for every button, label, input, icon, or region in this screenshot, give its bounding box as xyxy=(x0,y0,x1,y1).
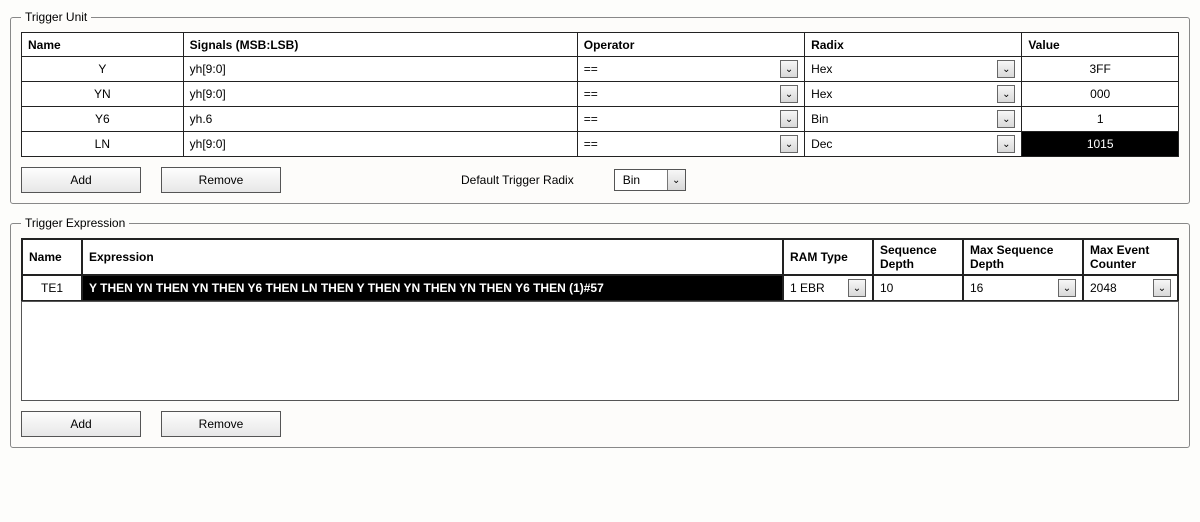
th-operator: Operator xyxy=(577,33,804,57)
cell-name[interactable]: LN xyxy=(22,132,184,157)
cell-signals[interactable]: yh.6 xyxy=(183,107,577,132)
cell-name[interactable]: Y6 xyxy=(22,107,184,132)
cell-expr-name[interactable]: TE1 xyxy=(22,275,82,301)
th-expression: Expression xyxy=(82,239,783,275)
th-ram-type: RAM Type xyxy=(783,239,873,275)
ram-type-value: 1 EBR xyxy=(790,281,825,295)
remove-button[interactable]: Remove xyxy=(161,411,281,437)
trigger-expression-legend: Trigger Expression xyxy=(21,216,129,230)
trigger-unit-table: Name Signals (MSB:LSB) Operator Radix Va… xyxy=(21,32,1179,157)
table-row: Y yh[9:0] == ⌄ Hex ⌄ 3FF xyxy=(22,57,1179,82)
chevron-down-icon[interactable]: ⌄ xyxy=(780,135,798,153)
chevron-down-icon[interactable]: ⌄ xyxy=(997,110,1015,128)
add-button[interactable]: Add xyxy=(21,167,141,193)
cell-signals[interactable]: yh[9:0] xyxy=(183,82,577,107)
table-row: LN yh[9:0] == ⌄ Dec ⌄ 1015 xyxy=(22,132,1179,157)
cell-value[interactable]: 3FF xyxy=(1022,57,1179,82)
max-event-counter-value: 2048 xyxy=(1090,281,1117,295)
remove-button[interactable]: Remove xyxy=(161,167,281,193)
th-signals: Signals (MSB:LSB) xyxy=(183,33,577,57)
add-button[interactable]: Add xyxy=(21,411,141,437)
table-row: YN yh[9:0] == ⌄ Hex ⌄ 000 xyxy=(22,82,1179,107)
th-value: Value xyxy=(1022,33,1179,57)
chevron-down-icon[interactable]: ⌄ xyxy=(997,85,1015,103)
trigger-unit-group: Trigger Unit Name Signals (MSB:LSB) Oper… xyxy=(10,10,1190,204)
chevron-down-icon[interactable]: ⌄ xyxy=(997,135,1015,153)
chevron-down-icon[interactable]: ⌄ xyxy=(848,279,866,297)
cell-expression[interactable]: Y THEN YN THEN YN THEN Y6 THEN LN THEN Y… xyxy=(82,275,783,301)
cell-radix[interactable]: Bin ⌄ xyxy=(805,107,1022,132)
trigger-expression-table: Name Expression RAM Type Sequence Depth … xyxy=(21,238,1179,302)
cell-operator[interactable]: == ⌄ xyxy=(577,107,804,132)
th-max-event-counter: Max Event Counter xyxy=(1083,239,1178,275)
th-seq-depth: Sequence Depth xyxy=(873,239,963,275)
expr-header-row: Name Expression RAM Type Sequence Depth … xyxy=(22,239,1178,275)
th-radix: Radix xyxy=(805,33,1022,57)
chevron-down-icon[interactable]: ⌄ xyxy=(667,170,685,190)
operator-value: == xyxy=(584,87,598,101)
th-name: Name xyxy=(22,33,184,57)
cell-operator[interactable]: == ⌄ xyxy=(577,132,804,157)
cell-radix[interactable]: Hex ⌄ xyxy=(805,82,1022,107)
max-seq-depth-value: 16 xyxy=(970,281,983,295)
operator-value: == xyxy=(584,137,598,151)
cell-value[interactable]: 000 xyxy=(1022,82,1179,107)
chevron-down-icon[interactable]: ⌄ xyxy=(780,110,798,128)
th-max-seq-depth: Max Sequence Depth xyxy=(963,239,1083,275)
cell-signals[interactable]: yh[9:0] xyxy=(183,132,577,157)
table-row: Y6 yh.6 == ⌄ Bin ⌄ 1 xyxy=(22,107,1179,132)
trigger-expression-toolbar: Add Remove xyxy=(21,411,1179,437)
trigger-unit-toolbar: Add Remove Default Trigger Radix Bin ⌄ xyxy=(21,167,1179,193)
chevron-down-icon[interactable]: ⌄ xyxy=(780,60,798,78)
cell-operator[interactable]: == ⌄ xyxy=(577,57,804,82)
default-radix-label: Default Trigger Radix xyxy=(461,173,574,187)
cell-radix[interactable]: Hex ⌄ xyxy=(805,57,1022,82)
radix-value: Dec xyxy=(811,137,832,151)
radix-value: Hex xyxy=(811,87,832,101)
default-radix-value: Bin xyxy=(615,170,667,190)
cell-radix[interactable]: Dec ⌄ xyxy=(805,132,1022,157)
chevron-down-icon[interactable]: ⌄ xyxy=(1058,279,1076,297)
chevron-down-icon[interactable]: ⌄ xyxy=(1153,279,1171,297)
chevron-down-icon[interactable]: ⌄ xyxy=(780,85,798,103)
trigger-unit-header-row: Name Signals (MSB:LSB) Operator Radix Va… xyxy=(22,33,1179,57)
cell-name[interactable]: Y xyxy=(22,57,184,82)
cell-max-event-counter[interactable]: 2048 ⌄ xyxy=(1083,275,1178,301)
cell-max-seq-depth[interactable]: 16 ⌄ xyxy=(963,275,1083,301)
trigger-expression-group: Trigger Expression Name Expression RAM T… xyxy=(10,216,1190,448)
default-radix-select[interactable]: Bin ⌄ xyxy=(614,169,686,191)
operator-value: == xyxy=(584,62,598,76)
table-row: TE1 Y THEN YN THEN YN THEN Y6 THEN LN TH… xyxy=(22,275,1178,301)
trigger-unit-legend: Trigger Unit xyxy=(21,10,91,24)
cell-ram-type[interactable]: 1 EBR ⌄ xyxy=(783,275,873,301)
radix-value: Hex xyxy=(811,62,832,76)
th-expr-name: Name xyxy=(22,239,82,275)
cell-name[interactable]: YN xyxy=(22,82,184,107)
chevron-down-icon[interactable]: ⌄ xyxy=(997,60,1015,78)
cell-signals[interactable]: yh[9:0] xyxy=(183,57,577,82)
radix-value: Bin xyxy=(811,112,828,126)
cell-value[interactable]: 1015 xyxy=(1022,132,1179,157)
cell-value[interactable]: 1 xyxy=(1022,107,1179,132)
cell-seq-depth[interactable]: 10 xyxy=(873,275,963,301)
operator-value: == xyxy=(584,112,598,126)
cell-operator[interactable]: == ⌄ xyxy=(577,82,804,107)
expression-blank-area xyxy=(21,301,1179,401)
